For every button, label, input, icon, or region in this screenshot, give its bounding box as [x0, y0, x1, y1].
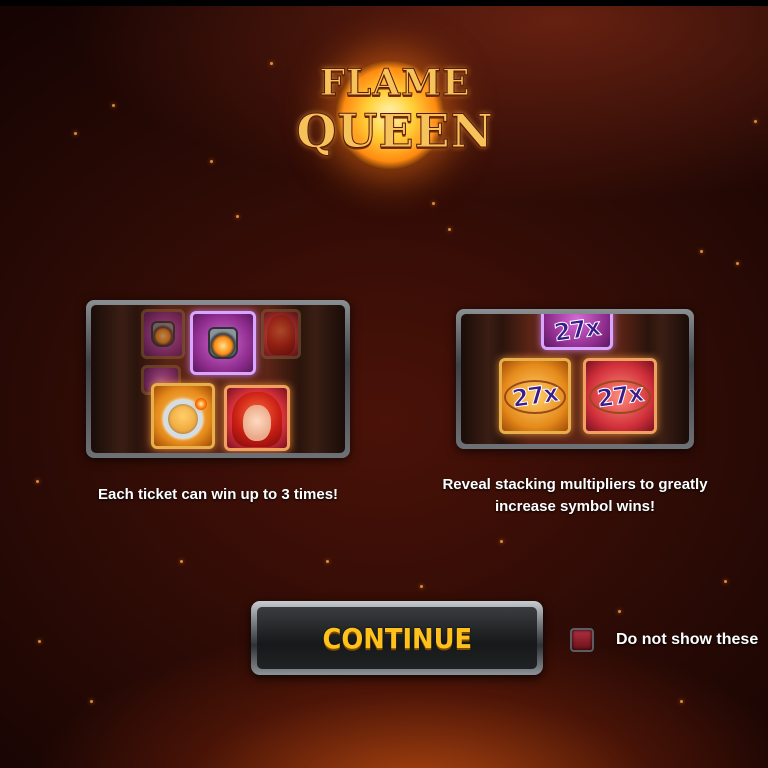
feature-caption-win-times: Each ticket can win up to 3 times! — [97, 486, 339, 503]
reel-preview: 27x 27x 27x — [461, 314, 689, 444]
multiplier-tile: 27x — [499, 358, 571, 434]
top-border — [0, 0, 768, 6]
logo-word-queen: QUEEN — [296, 104, 494, 159]
ember-particle — [432, 202, 435, 205]
ember-particle — [724, 580, 727, 583]
ember-particle — [618, 610, 621, 613]
lantern-icon — [151, 321, 175, 347]
ember-particle — [236, 215, 239, 218]
ember-particle — [112, 104, 115, 107]
continue-button-face[interactable]: CONTINUE — [257, 607, 537, 669]
intro-screen: FLAME QUEEN 27x 27x 27x Each ticket can … — [0, 0, 768, 768]
multiplier-tile: 27x — [541, 314, 613, 350]
ember-particle — [500, 540, 503, 543]
reel-preview — [91, 305, 345, 453]
game-logo: FLAME QUEEN — [290, 40, 500, 190]
feature-preview-win-times — [86, 300, 350, 458]
ember-particle — [326, 560, 329, 563]
multiplier-tile: 27x — [583, 358, 657, 434]
ember-particle — [448, 228, 451, 231]
ember-particle — [680, 700, 683, 703]
continue-button[interactable]: CONTINUE — [251, 601, 543, 675]
lantern-icon — [208, 327, 238, 359]
dont-show-checkbox[interactable] — [570, 628, 594, 652]
ember-particle — [36, 480, 39, 483]
dont-show-again-toggle[interactable]: Do not show these — [570, 626, 758, 654]
ember-particle — [90, 700, 93, 703]
ember-particle — [700, 250, 703, 253]
ember-particle — [210, 160, 213, 163]
continue-button-label: CONTINUE — [322, 621, 472, 655]
queen-face — [243, 404, 271, 441]
ember-particle — [736, 262, 739, 265]
dont-show-label: Do not show these — [616, 631, 759, 648]
symbol-tile-highlighted — [190, 311, 256, 375]
queen-icon — [266, 314, 296, 356]
ring-icon — [163, 398, 207, 439]
ember-particle — [420, 585, 423, 588]
symbol-tile — [141, 309, 185, 359]
ember-particle — [754, 120, 757, 123]
feature-caption-multipliers: Reveal stacking multipliers to greatly i… — [420, 474, 730, 518]
symbol-tile-highlighted — [151, 383, 215, 449]
multiplier-value: 27x — [552, 314, 602, 348]
symbol-tile-highlighted — [224, 385, 290, 451]
caption-line: increase symbol wins! — [494, 498, 656, 515]
ember-particle — [180, 560, 183, 563]
ember-particle — [270, 62, 273, 65]
feature-preview-multipliers: 27x 27x 27x — [456, 309, 694, 449]
caption-line: Reveal stacking multipliers to greatly — [442, 476, 708, 493]
symbol-tile — [261, 309, 301, 359]
ember-particle — [74, 132, 77, 135]
logo-word-flame: FLAME — [319, 62, 471, 105]
ember-particle — [38, 640, 41, 643]
